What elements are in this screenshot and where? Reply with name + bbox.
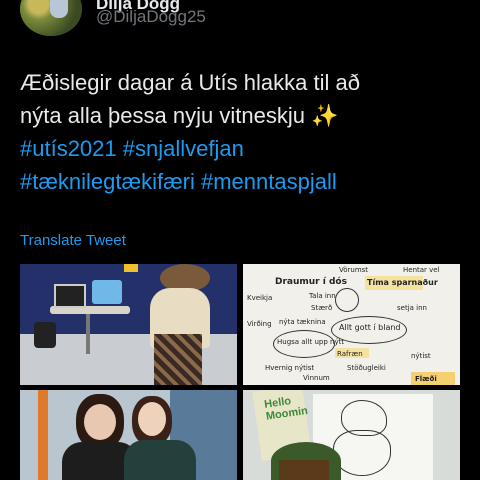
tweet-text-line1: Æðislegir dagar á Utís hlakka til að	[20, 70, 360, 95]
laptop	[54, 284, 86, 308]
sketch-word: setja inn	[397, 304, 427, 312]
raised-hand	[124, 264, 138, 272]
sketch-word: Hvernig nýtist	[265, 364, 315, 372]
tablet-device	[92, 280, 122, 304]
hashtag-link[interactable]: #menntaspjall	[201, 169, 337, 194]
sketch-word: Vörumst	[339, 266, 369, 274]
woman-right-face	[138, 402, 166, 436]
photo-classroom[interactable]	[20, 264, 237, 385]
sketch-word: Draumur í dós	[275, 277, 347, 287]
sketch-word: Flæði	[415, 375, 437, 383]
wooden-object	[279, 460, 329, 480]
woman-left-face	[84, 404, 116, 440]
tweet-text: Æðislegir dagar á Utís hlakka til að nýt…	[20, 66, 465, 198]
photo-two-women[interactable]	[20, 390, 237, 480]
sketch-word: nýtist	[411, 352, 431, 360]
sketch-word: Stærð	[311, 304, 333, 312]
sketch-word: Allt gott í bland	[339, 323, 401, 332]
sketch-word: Rafræn	[337, 350, 363, 358]
sketch-word: Kveikja	[247, 294, 273, 302]
hashtag-link[interactable]: #tæknilegtækifæri	[20, 169, 195, 194]
avatar[interactable]	[20, 0, 82, 36]
hashtag-link[interactable]: #snjallvefjan	[123, 136, 244, 161]
orange-door-frame	[38, 390, 48, 480]
woman-right-top	[124, 440, 196, 480]
sparkles-icon: ✨	[311, 103, 339, 128]
sketch-word: Hentar vel	[403, 266, 440, 274]
person-dress	[154, 334, 202, 385]
table-leg	[86, 314, 90, 354]
user-handle: @DiljaDogg25	[96, 7, 206, 26]
translate-tweet-link[interactable]: Translate Tweet	[20, 231, 126, 251]
sketch-word: Tala inn	[309, 292, 336, 300]
sketch-word: Tíma sparnaður	[367, 278, 438, 287]
sketch-word: nýta tæknina	[279, 318, 326, 326]
photo-mindmap[interactable]: Draumur í dós Tíma sparnaður Tala inn St…	[243, 264, 460, 385]
avatar-figure	[50, 0, 68, 18]
photo-moomin-book[interactable]: Hello Moomin	[243, 390, 460, 480]
sketch-word: Hugsa allt upp nýtt	[277, 338, 345, 346]
tweet-text-line2: nýta alla þessa nyju vitneskju	[20, 103, 305, 128]
bag	[34, 322, 56, 348]
moomin-body	[333, 430, 391, 476]
hashtag-link[interactable]: #utís2021	[20, 136, 117, 161]
circle-icon	[335, 288, 359, 312]
sketch-word: Virðing	[247, 320, 272, 328]
sketch-word: Stöðugleiki	[347, 364, 386, 372]
sketch-word: Vinnum	[303, 374, 330, 382]
